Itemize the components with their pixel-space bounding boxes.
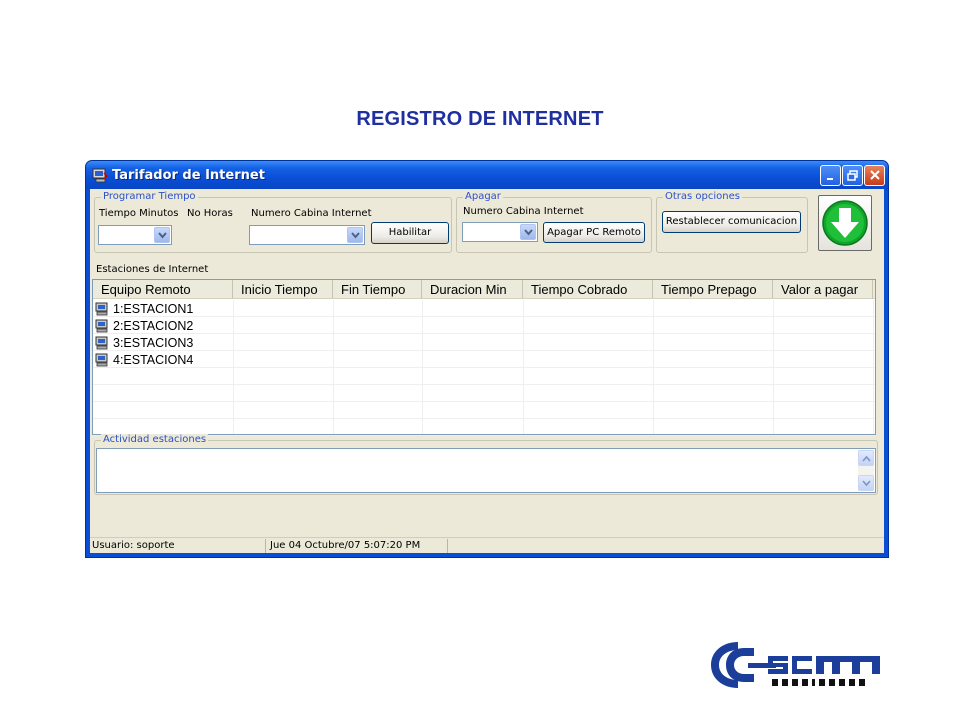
otras-opciones-legend: Otras opciones [663,191,742,202]
listview-header: Equipo Remoto Inicio Tiempo Fin Tiempo D… [93,280,875,299]
actividad-estaciones-group: Actividad estaciones [94,434,878,495]
chevron-down-icon [351,232,360,239]
title-bar[interactable]: Tarifador de Internet [86,161,888,189]
table-row[interactable]: 4:ESTACION4 [93,351,875,368]
empty-row [93,368,875,385]
equipo-cell: 3:ESTACION3 [95,335,193,350]
apagar-cabina-combo[interactable] [462,222,538,242]
scroll-down-button[interactable] [858,475,874,491]
empty-row [93,402,875,419]
column-duracion-min[interactable]: Duracion Min [422,280,523,299]
scroll-up-button[interactable] [858,450,874,466]
chevron-down-icon [862,480,871,487]
stations-listview[interactable]: Equipo Remoto Inicio Tiempo Fin Tiempo D… [92,279,876,436]
equipo-name: 3:ESTACION3 [113,335,194,350]
actividad-textarea[interactable] [96,448,876,493]
page-heading: REGISTRO DE INTERNET [356,108,604,130]
window-client: Programar Tiempo Tiempo Minutos No Horas… [90,189,884,553]
empty-row [93,385,875,402]
restore-icon [847,170,858,181]
vertical-scrollbar[interactable] [858,450,874,491]
status-datetime: Jue 04 Octubre/07 5:07:20 PM [268,539,448,553]
column-tiempo-prepago[interactable]: Tiempo Prepago [653,280,773,299]
equipo-name: 2:ESTACION2 [113,318,194,333]
restablecer-comunicacion-button[interactable]: Restablecer comunicacion [662,211,801,233]
column-fin-tiempo[interactable]: Fin Tiempo [333,280,422,299]
computer-icon [95,353,108,366]
scm-soluciones-logo [708,638,883,693]
tiempo-minutos-combo[interactable] [98,225,172,245]
computer-icon [92,168,108,183]
column-tiempo-cobrado[interactable]: Tiempo Cobrado [523,280,653,299]
window-title: Tarifador de Internet [112,168,265,183]
apagar-group: Apagar Numero Cabina Internet Apagar PC … [456,191,652,253]
no-horas-label: No Horas [187,208,233,219]
minimize-icon [826,178,833,180]
chevron-up-icon [862,455,871,462]
equipo-cell: 4:ESTACION4 [95,352,193,367]
listview-body: 1:ESTACION1 2:ESTACION2 3:ESTACION3 4:ES… [93,300,875,436]
otras-opciones-group: Otras opciones Restablecer comunicacion [656,191,808,253]
combo-arrow[interactable] [154,227,170,243]
combo-arrow[interactable] [347,227,363,243]
close-button[interactable] [864,165,885,186]
apagar-pc-remoto-button[interactable]: Apagar PC Remoto [543,222,645,243]
estaciones-label: Estaciones de Internet [96,264,209,275]
chevron-down-icon [158,232,167,239]
equipo-cell: 1:ESTACION1 [95,301,193,316]
app-window: Tarifador de Internet Programar Tiempo T… [85,160,889,558]
table-row[interactable]: 2:ESTACION2 [93,317,875,334]
status-bar: Usuario: soporte Jue 04 Octubre/07 5:07:… [90,537,884,553]
programar-tiempo-group: Programar Tiempo Tiempo Minutos No Horas… [94,191,452,253]
apagar-legend: Apagar [463,191,503,202]
habilitar-button[interactable]: Habilitar [371,222,449,244]
download-action-button[interactable] [818,195,872,251]
green-down-arrow-icon [822,200,868,246]
cabina-combo[interactable] [249,225,365,245]
programar-tiempo-legend: Programar Tiempo [101,191,198,202]
computer-icon [95,302,108,315]
scm-logo-icon [711,642,880,688]
combo-arrow[interactable] [520,224,536,240]
table-row[interactable]: 1:ESTACION1 [93,300,875,317]
minimize-button[interactable] [820,165,841,186]
apagar-cabina-label: Numero Cabina Internet [463,206,584,217]
actividad-legend: Actividad estaciones [101,434,209,445]
chevron-down-icon [524,229,533,236]
tiempo-minutos-label: Tiempo Minutos [99,208,179,219]
restore-button[interactable] [842,165,863,186]
computer-icon [95,336,108,349]
equipo-cell: 2:ESTACION2 [95,318,193,333]
empty-row [93,419,875,436]
close-icon [869,170,880,180]
column-valor-a-pagar[interactable]: Valor a pagar [773,280,873,299]
computer-icon [95,319,108,332]
equipo-name: 4:ESTACION4 [113,352,194,367]
column-equipo-remoto[interactable]: Equipo Remoto [93,280,233,299]
table-row[interactable]: 3:ESTACION3 [93,334,875,351]
equipo-name: 1:ESTACION1 [113,301,194,316]
status-user: Usuario: soporte [90,539,266,553]
cabina-label: Numero Cabina Internet [251,208,372,219]
column-inicio-tiempo[interactable]: Inicio Tiempo [233,280,333,299]
